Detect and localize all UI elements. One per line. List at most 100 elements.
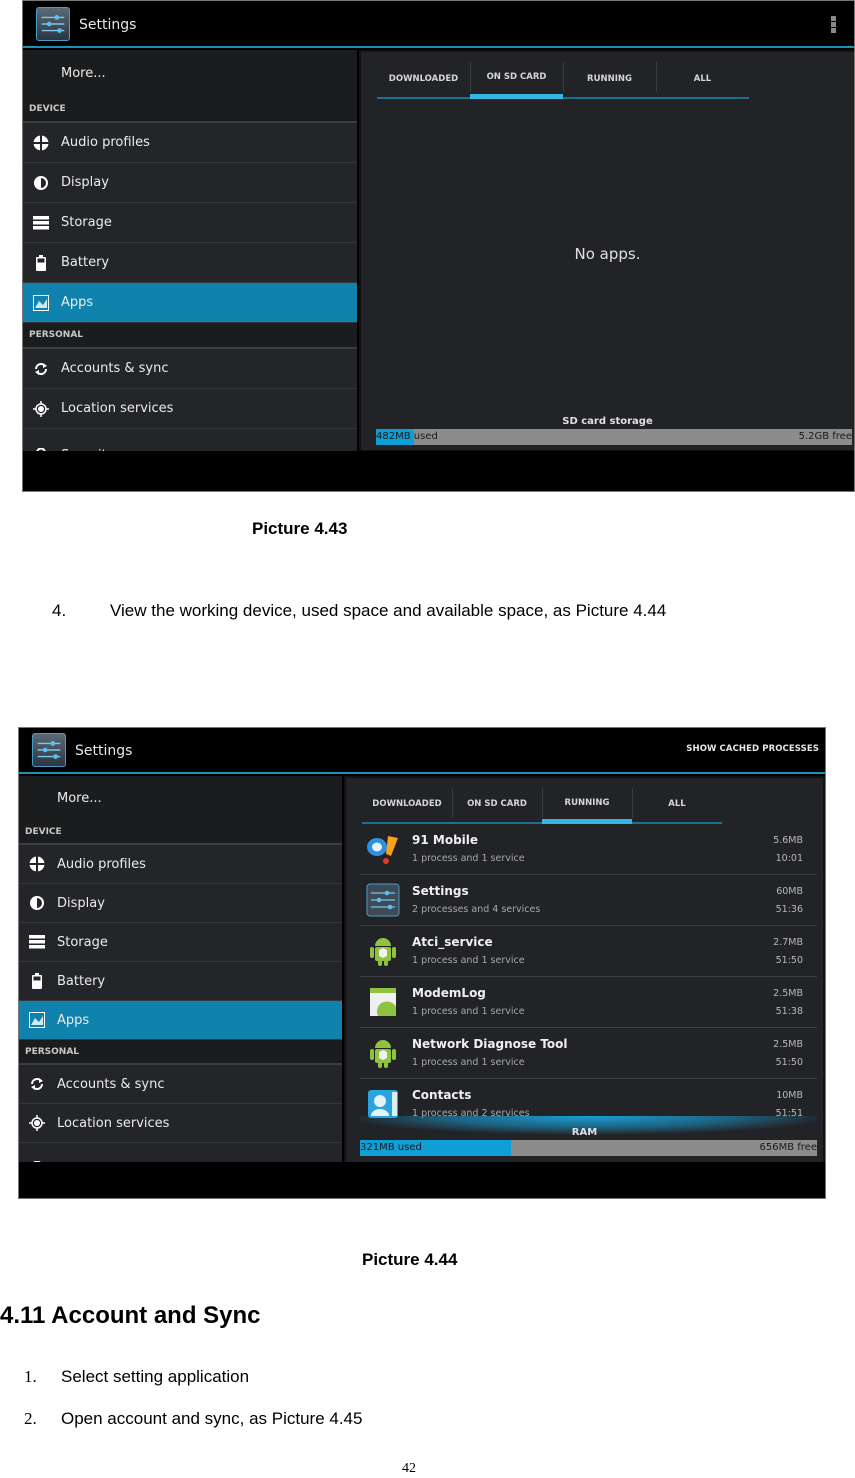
process-name: Network Diagnose Tool: [412, 1037, 568, 1051]
sidebar-item-apps[interactable]: Apps: [19, 1001, 342, 1040]
storage-used-suffix: used: [410, 431, 438, 442]
sidebar-item-display[interactable]: Display: [19, 884, 342, 923]
sidebar-item-battery[interactable]: Battery: [23, 243, 357, 283]
ram-usage-bar: 321MB used 656MB free: [360, 1140, 817, 1156]
sidebar-item-label: Audio profiles: [57, 856, 146, 872]
sidebar-item-battery[interactable]: Battery: [19, 962, 342, 1001]
sidebar-item-label: Storage: [61, 215, 112, 230]
sidebar-item-more[interactable]: More...: [23, 50, 357, 97]
sidebar-item-accounts-sync[interactable]: Accounts & sync: [19, 1065, 342, 1104]
show-cached-processes-button[interactable]: SHOW CACHED PROCESSES: [686, 744, 819, 754]
sidebar-item-label: Battery: [57, 973, 106, 989]
process-description: 2 processes and 4 services: [412, 904, 541, 915]
sidebar-item-label: More...: [57, 790, 102, 806]
modemlog-icon: [366, 985, 400, 1019]
tab-running[interactable]: RUNNING: [542, 786, 632, 824]
sidebar-item-label: Display: [61, 175, 109, 190]
sidebar-item-accounts-sync[interactable]: Accounts & sync: [23, 349, 357, 389]
navigation-bar: [23, 451, 854, 491]
process-memory: 2.5MB: [773, 988, 803, 999]
process-uptime: 10:01: [775, 853, 803, 864]
sync-icon: [28, 1075, 46, 1093]
step-2-text: Open account and sync, as Picture 4.45: [61, 1409, 363, 1428]
sidebar-item-apps[interactable]: Apps: [23, 283, 357, 323]
screenshot-picture-4-43: Settings More... DEVICE Audio profiles D…: [22, 0, 855, 492]
section-header-personal: PERSONAL: [19, 1040, 342, 1065]
process-uptime: 51:38: [775, 1006, 803, 1017]
process-name: Contacts: [412, 1088, 472, 1102]
android-icon: [366, 934, 400, 968]
sidebar-item-label: Accounts & sync: [57, 1076, 165, 1092]
app-title: Settings: [79, 17, 137, 33]
sidebar-item-label: More...: [61, 66, 106, 81]
sidebar-item-location-services[interactable]: Location services: [23, 389, 357, 429]
storage-label: SD card storage: [562, 416, 653, 427]
apps-tabs: DOWNLOADED ON SD CARD RUNNING ALL: [362, 786, 722, 824]
process-name: ModemLog: [412, 986, 486, 1000]
android-icon: [366, 1036, 400, 1070]
step-2-number: 2.: [24, 1409, 37, 1428]
process-description: 1 process and 1 service: [412, 853, 525, 864]
step-1-number: 1.: [24, 1367, 37, 1386]
process-memory: 2.5MB: [773, 1039, 803, 1050]
storage-icon: [28, 933, 46, 951]
sidebar-item-display[interactable]: Display: [23, 163, 357, 203]
audio-profiles-icon: [32, 134, 50, 152]
apps-panel: DOWNLOADED ON SD CARD RUNNING ALL 91 Mob…: [344, 776, 825, 1164]
process-name: Atci_service: [412, 935, 493, 949]
section-heading: 4.11 Account and Sync: [0, 1302, 261, 1329]
process-memory: 10MB: [776, 1090, 803, 1101]
sidebar-item-label: Accounts & sync: [61, 361, 169, 376]
running-process-list: 91 Mobile 1 process and 1 service 5.6MB …: [360, 824, 817, 1130]
list-item[interactable]: Network Diagnose Tool 1 process and 1 se…: [360, 1028, 817, 1079]
tab-on-sd-card[interactable]: ON SD CARD: [470, 60, 563, 99]
storage-used-text: 482MB used: [376, 431, 438, 442]
tab-downloaded[interactable]: DOWNLOADED: [362, 786, 452, 824]
sidebar-item-location-services[interactable]: Location services: [19, 1104, 342, 1143]
sidebar-item-label: Battery: [61, 255, 110, 270]
91-mobile-icon: [366, 832, 400, 866]
audio-profiles-icon: [28, 855, 46, 873]
section-header-personal: PERSONAL: [23, 323, 357, 349]
apps-tabs: DOWNLOADED ON SD CARD RUNNING ALL: [377, 60, 749, 99]
overflow-menu-icon[interactable]: [831, 16, 836, 34]
tab-downloaded[interactable]: DOWNLOADED: [377, 60, 470, 99]
ram-used-text: 321MB used: [360, 1142, 422, 1153]
sidebar-item-audio-profiles[interactable]: Audio profiles: [19, 845, 342, 884]
screenshot-picture-4-44: Settings SHOW CACHED PROCESSES More... D…: [18, 727, 826, 1199]
process-name: Settings: [412, 884, 469, 898]
process-memory: 2.7MB: [773, 937, 803, 948]
process-description: 1 process and 1 service: [412, 1006, 525, 1017]
process-memory: 60MB: [776, 886, 803, 897]
tab-on-sd-card[interactable]: ON SD CARD: [452, 786, 542, 824]
list-item[interactable]: ModemLog 1 process and 1 service 2.5MB 5…: [360, 977, 817, 1028]
process-uptime: 51:36: [775, 904, 803, 915]
settings-app-icon[interactable]: [32, 733, 66, 767]
sidebar-item-audio-profiles[interactable]: Audio profiles: [23, 123, 357, 163]
tab-all[interactable]: ALL: [632, 786, 722, 824]
tab-all[interactable]: ALL: [656, 60, 749, 99]
navigation-bar: [19, 1162, 825, 1198]
process-description: 1 process and 1 service: [412, 1057, 525, 1068]
empty-message: No apps.: [574, 245, 641, 263]
storage-icon: [32, 214, 50, 232]
location-icon: [32, 400, 50, 418]
step-4-text: View the working device, used space and …: [110, 601, 667, 620]
action-bar: Settings SHOW CACHED PROCESSES: [19, 728, 825, 774]
sidebar-item-storage[interactable]: Storage: [19, 923, 342, 962]
sidebar-item-more[interactable]: More...: [19, 776, 342, 820]
sidebar-item-label: Apps: [61, 295, 94, 310]
list-item[interactable]: 91 Mobile 1 process and 1 service 5.6MB …: [360, 824, 817, 875]
settings-sidebar: More... DEVICE Audio profiles Display St…: [19, 776, 342, 1182]
display-icon: [28, 894, 46, 912]
settings-app-icon[interactable]: [36, 7, 70, 41]
section-header-device: DEVICE: [23, 97, 357, 123]
sidebar-item-storage[interactable]: Storage: [23, 203, 357, 243]
list-item[interactable]: Atci_service 1 process and 1 service 2.7…: [360, 926, 817, 977]
caption-picture-4-43: Picture 4.43: [252, 519, 348, 538]
caption-picture-4-44: Picture 4.44: [362, 1250, 458, 1269]
list-item[interactable]: Settings 2 processes and 4 services 60MB…: [360, 875, 817, 926]
storage-used-value: 482MB: [376, 431, 411, 442]
process-uptime: 51:50: [775, 1057, 803, 1068]
tab-running[interactable]: RUNNING: [563, 60, 656, 99]
